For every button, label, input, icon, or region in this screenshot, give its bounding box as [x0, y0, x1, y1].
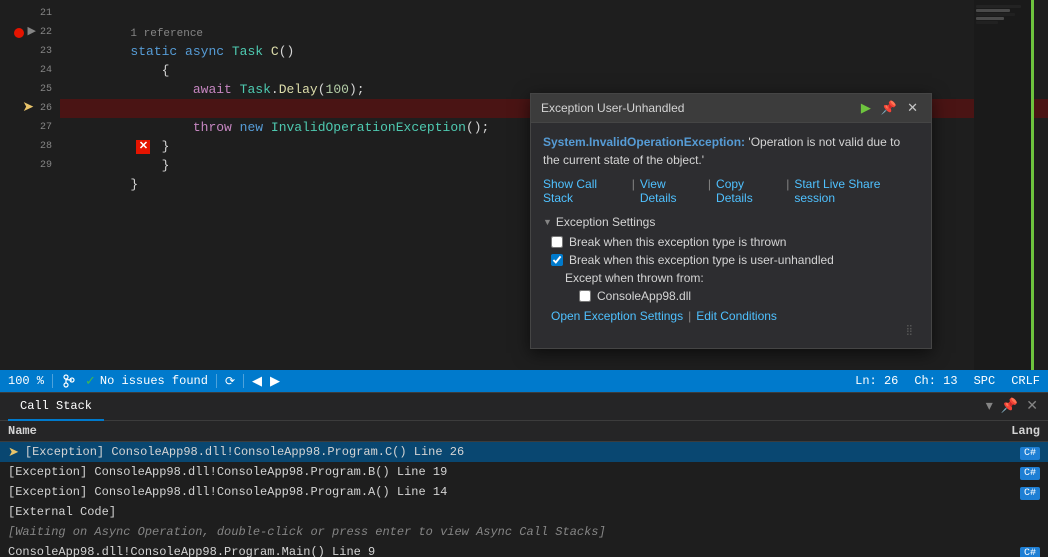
- call-stack-table: Name Lang ➤ [Exception] ConsoleApp98.dll…: [0, 421, 1048, 557]
- status-bar: 100 % ✓ No issues found ⟳ ◀ ▶ Ln: 26 Ch:…: [0, 370, 1048, 392]
- exception-title: System.InvalidOperationException: 'Opera…: [543, 133, 919, 169]
- popup-header-actions: ▶ 📌 ✕: [858, 99, 921, 117]
- no-issues-status: ✓ No issues found: [85, 374, 208, 389]
- call-stack-row-2[interactable]: [Exception] ConsoleApp98.dll!ConsoleApp9…: [0, 482, 1048, 502]
- popup-links: Show Call Stack | View Details | Copy De…: [543, 177, 919, 205]
- edit-conditions-link[interactable]: Edit Conditions: [696, 309, 777, 323]
- row-name-0: [Exception] ConsoleApp98.dll!ConsoleApp9…: [25, 445, 990, 459]
- col-position[interactable]: Ch: 13: [914, 374, 957, 388]
- resize-handle[interactable]: ⣿: [543, 323, 919, 338]
- except-when-label: Except when thrown from:: [543, 271, 919, 285]
- chevron-left-icon[interactable]: ◀: [252, 374, 262, 389]
- line-23: 23: [0, 42, 52, 61]
- encoding-indicator[interactable]: SPC: [974, 374, 996, 388]
- break-on-thrown-label: Break when this exception type is thrown: [569, 235, 786, 249]
- break-on-unhandled-label: Break when this exception type is user-u…: [569, 253, 834, 267]
- code-line-24: await Task.Delay(100);: [60, 61, 1048, 80]
- row-lang-0: C#: [990, 445, 1040, 459]
- row-name-3: [External Code]: [8, 505, 990, 519]
- copy-details-link[interactable]: Copy Details: [716, 177, 781, 205]
- line-22: ▶ 22: [0, 23, 52, 42]
- row-lang-5: C#: [990, 545, 1040, 557]
- branch-icon[interactable]: [61, 373, 77, 389]
- popup-body: System.InvalidOperationException: 'Opera…: [531, 123, 931, 348]
- bottom-panel: Call Stack ▾ 📌 ✕ Name Lang ➤ [Exception]…: [0, 392, 1048, 556]
- settings-links: Open Exception Settings | Edit Condition…: [543, 309, 919, 323]
- code-line-21: 1 reference: [60, 4, 1048, 23]
- break-on-unhandled-checkbox[interactable]: [551, 254, 563, 266]
- status-divider2: [216, 374, 217, 388]
- line-26: ➤ 26: [0, 99, 52, 118]
- popup-run-button[interactable]: ▶: [858, 99, 874, 117]
- line-27: 27: [0, 118, 52, 137]
- zoom-level[interactable]: 100 %: [8, 374, 44, 388]
- code-line-22: static async Task C(): [60, 23, 1048, 42]
- row-lang-2: C#: [990, 485, 1040, 499]
- call-stack-row-4[interactable]: [Waiting on Async Operation, double-clic…: [0, 522, 1048, 542]
- dll-row: ConsoleApp98.dll: [543, 289, 919, 303]
- show-call-stack-link[interactable]: Show Call Stack: [543, 177, 627, 205]
- call-stack-header: Name Lang: [0, 421, 1048, 442]
- editor-area: 21 ▶ 22 23 24 25 ➤ 26: [0, 0, 1048, 370]
- chevron-right-icon[interactable]: ▶: [270, 374, 280, 389]
- current-line-arrow: ➤: [22, 99, 34, 118]
- view-details-link[interactable]: View Details: [640, 177, 703, 205]
- checkbox1-row: Break when this exception type is thrown: [543, 235, 919, 249]
- line-25: 25: [0, 80, 52, 99]
- minimap: [974, 0, 1034, 370]
- call-stack-row-1[interactable]: [Exception] ConsoleApp98.dll!ConsoleApp9…: [0, 462, 1048, 482]
- panel-tabs: Call Stack ▾ 📌 ✕: [0, 393, 1048, 421]
- dll-checkbox[interactable]: [579, 290, 591, 302]
- popup-header: Exception User-Unhandled ▶ 📌 ✕: [531, 94, 931, 123]
- call-stack-row-0[interactable]: ➤ [Exception] ConsoleApp98.dll!ConsoleAp…: [0, 442, 1048, 462]
- line-ending-indicator[interactable]: CRLF: [1011, 374, 1040, 388]
- break-on-thrown-checkbox[interactable]: [551, 236, 563, 248]
- line-28: 28: [0, 137, 52, 156]
- popup-title: Exception User-Unhandled: [541, 101, 684, 115]
- sync-icon[interactable]: ⟳: [225, 374, 235, 389]
- call-stack-tab[interactable]: Call Stack: [8, 393, 104, 421]
- exception-settings: Exception Settings Break when this excep…: [543, 215, 919, 323]
- settings-header: Exception Settings: [543, 215, 919, 229]
- status-right: Ln: 26 Ch: 13 SPC CRLF: [855, 374, 1040, 388]
- minimap-gutter: [1031, 0, 1034, 370]
- checkbox2-row: Break when this exception type is user-u…: [543, 253, 919, 267]
- popup-close-button[interactable]: ✕: [904, 99, 921, 117]
- line-numbers-gutter: 21 ▶ 22 23 24 25 ➤ 26: [0, 0, 60, 370]
- call-stack-row-5[interactable]: ConsoleApp98.dll!ConsoleApp98.Program.Ma…: [0, 542, 1048, 557]
- line-21: 21: [0, 4, 52, 23]
- current-frame-arrow: ➤: [8, 445, 19, 460]
- line-29: 29: [0, 156, 52, 175]
- live-share-link[interactable]: Start Live Share session: [794, 177, 919, 205]
- call-stack-row-3[interactable]: [External Code]: [0, 502, 1048, 522]
- code-line-23: {: [60, 42, 1048, 61]
- popup-pin-button[interactable]: 📌: [878, 99, 900, 117]
- row-name-5: ConsoleApp98.dll!ConsoleApp98.Program.Ma…: [8, 545, 990, 557]
- status-divider1: [52, 374, 53, 388]
- col-lang-header: Lang: [990, 424, 1040, 438]
- row-lang-1: C#: [990, 465, 1040, 479]
- panel-pin-btn[interactable]: 📌: [999, 396, 1020, 417]
- line-position[interactable]: Ln: 26: [855, 374, 898, 388]
- panel-scroll-down[interactable]: ▾: [984, 396, 995, 417]
- col-name-header: Name: [8, 424, 990, 438]
- exception-popup: Exception User-Unhandled ▶ 📌 ✕ System.In…: [530, 93, 932, 349]
- panel-close-btn[interactable]: ✕: [1024, 396, 1040, 417]
- row-name-2: [Exception] ConsoleApp98.dll!ConsoleApp9…: [8, 485, 990, 499]
- panel-tab-actions: ▾ 📌 ✕: [984, 396, 1040, 417]
- dll-label: ConsoleApp98.dll: [597, 289, 691, 303]
- line-24: 24: [0, 61, 52, 80]
- open-exception-settings-link[interactable]: Open Exception Settings: [551, 309, 683, 323]
- row-name-1: [Exception] ConsoleApp98.dll!ConsoleApp9…: [8, 465, 990, 479]
- breakpoint-icon[interactable]: [14, 28, 24, 38]
- row-name-4: [Waiting on Async Operation, double-clic…: [8, 525, 1040, 539]
